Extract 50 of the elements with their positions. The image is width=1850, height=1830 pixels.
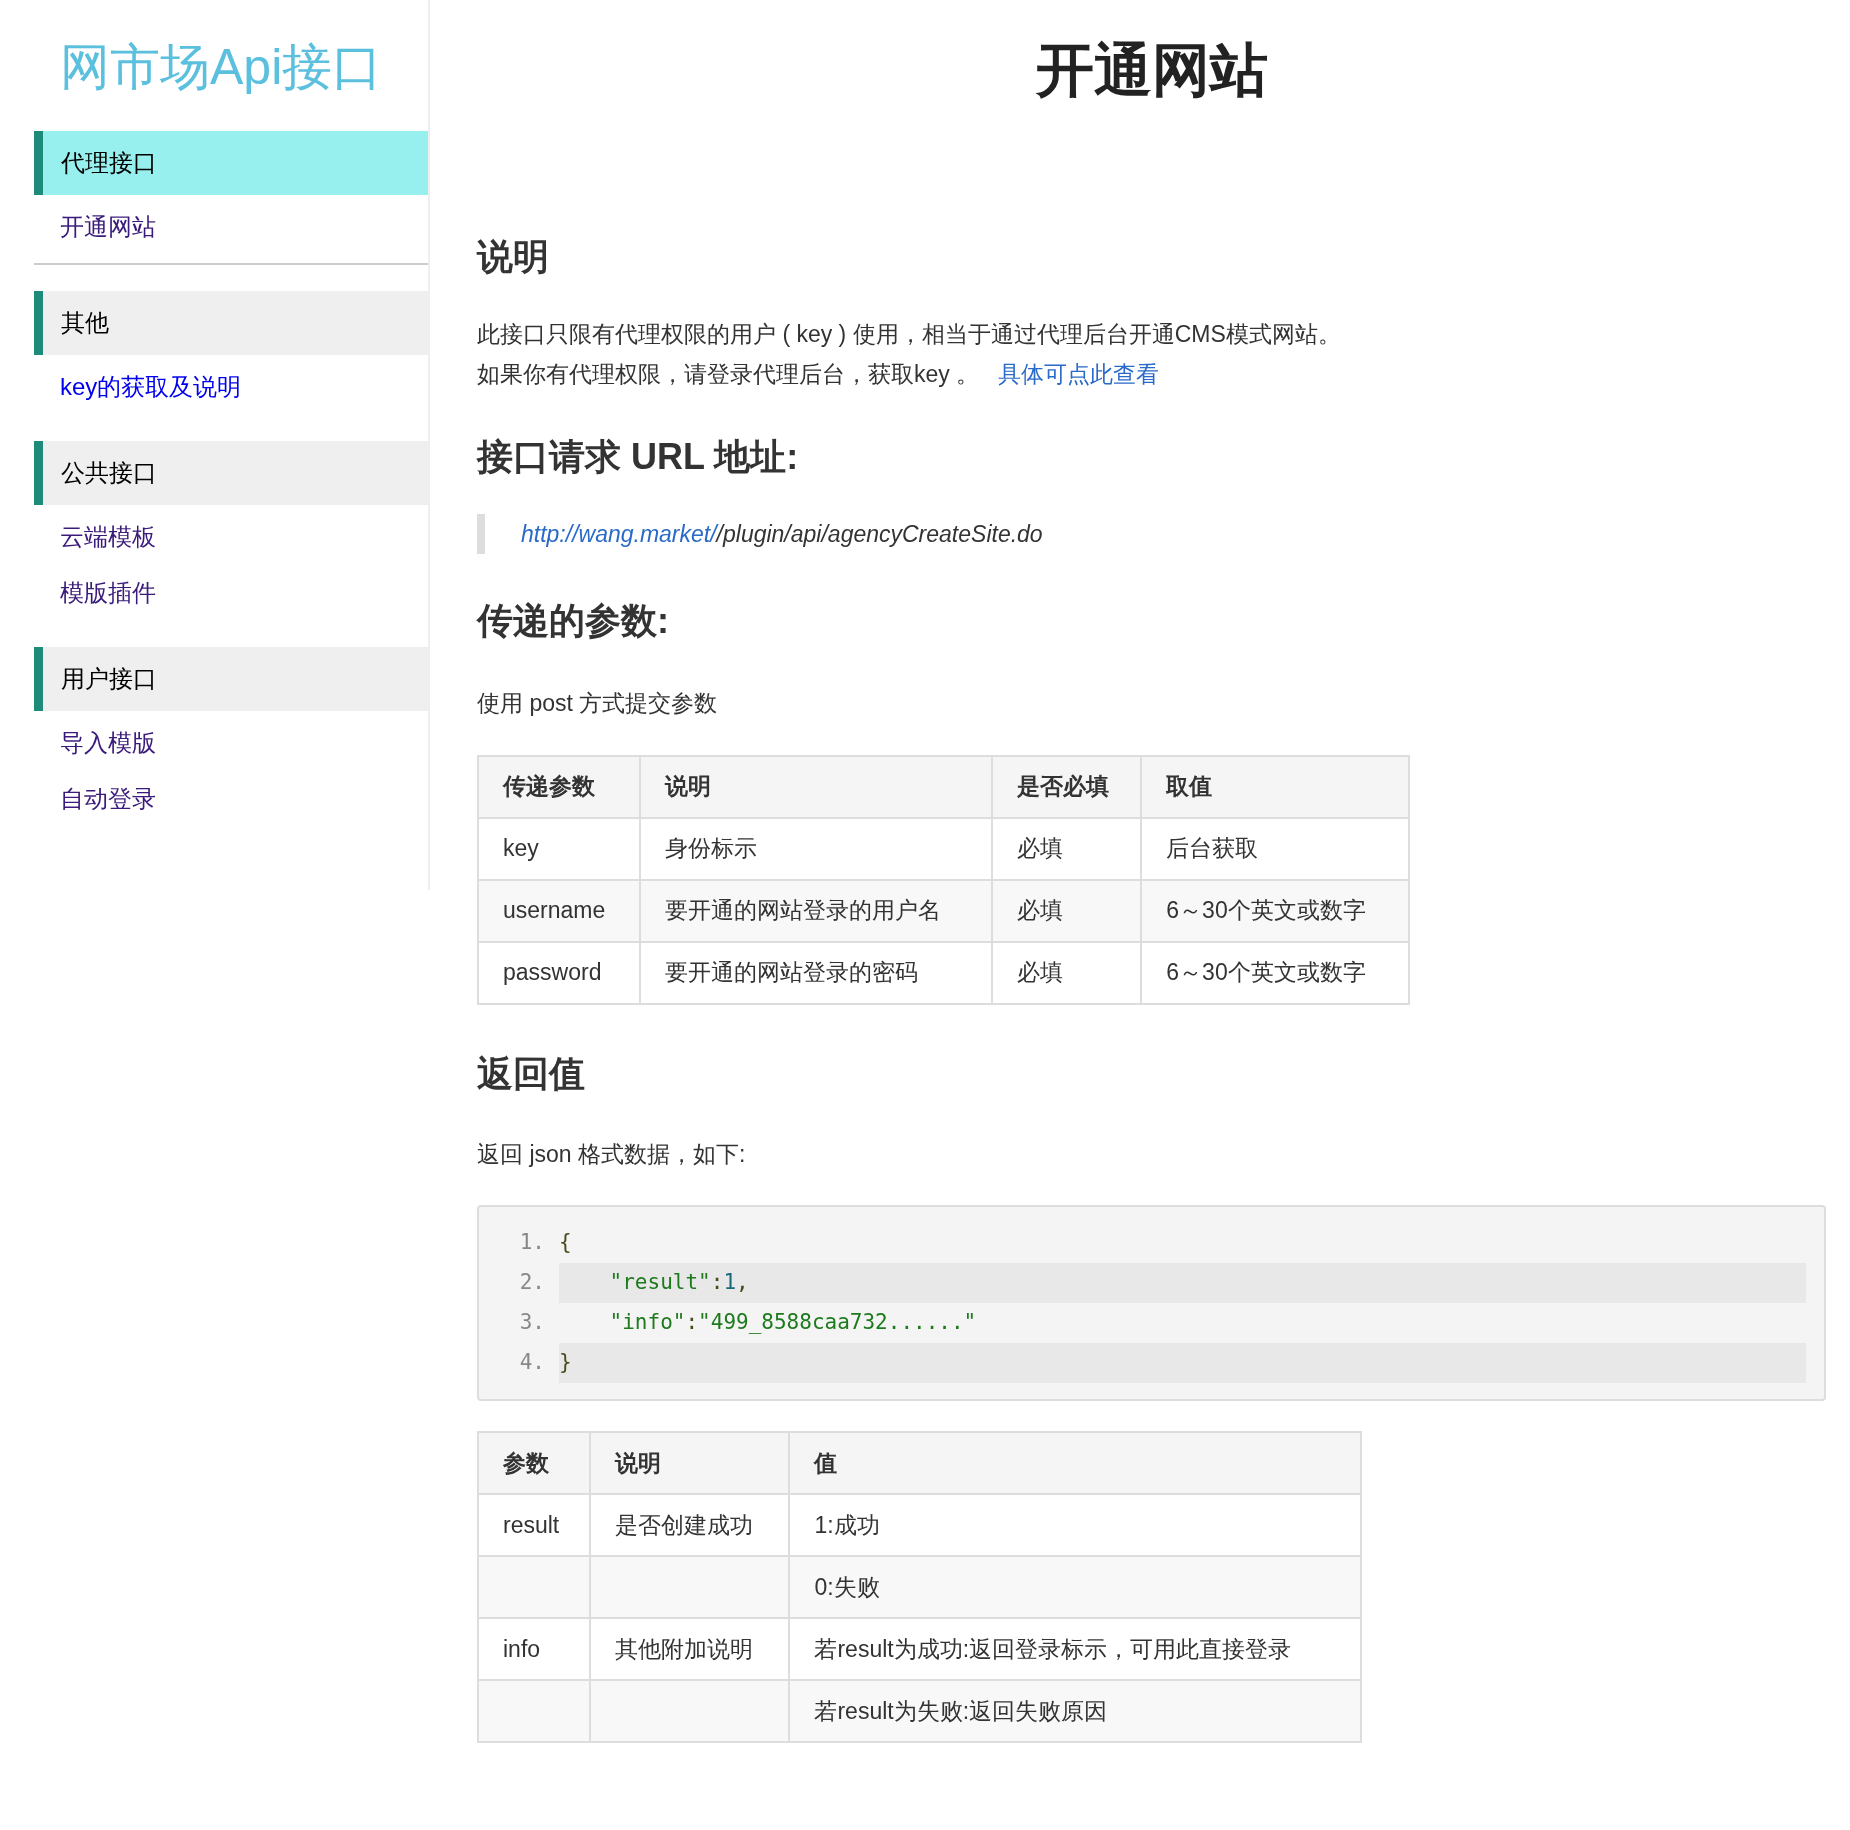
description-text: 此接口只限有代理权限的用户 ( key ) 使用，相当于通过代理后台开通CMS模式网站。 xyxy=(477,320,1342,349)
line-number: 2. xyxy=(518,1269,546,1297)
table-cell: 后台获取 xyxy=(1141,817,1409,880)
section-heading: 说明 xyxy=(477,235,550,279)
table-cell: 必填 xyxy=(992,817,1142,880)
code-line: { xyxy=(559,1229,573,1257)
sidebar-link[interactable]: 云端模板 xyxy=(60,519,156,555)
table-header-cell: 说明 xyxy=(639,755,993,818)
table-cell: 若result为失败:返回失败原因 xyxy=(789,1680,1361,1742)
table-cell: 要开通的网站登录的密码 xyxy=(639,941,993,1004)
sidebar-link[interactable]: 开通网站 xyxy=(60,209,156,245)
page-title: 开通网站 xyxy=(1034,36,1269,104)
code-line: "info":"499_8588caa732......" xyxy=(608,1309,978,1337)
table-cell: username xyxy=(478,879,640,942)
table-cell: 要开通的网站登录的用户名 xyxy=(639,879,993,942)
sidebar-link[interactable]: key的获取及说明 xyxy=(60,369,242,405)
site-title: 网市场Api接口 xyxy=(59,38,384,97)
url-link[interactable]: http://wang.market/ xyxy=(521,520,717,547)
section-heading: 传递的参数: xyxy=(477,599,670,643)
line-number: 4. xyxy=(518,1349,546,1377)
sidebar-heading[interactable]: 其他 xyxy=(34,291,428,355)
table-cell: 6～30个英文或数字 xyxy=(1141,941,1409,1004)
sidebar-heading[interactable]: 代理接口 xyxy=(34,131,428,195)
sidebar-link[interactable]: 模版插件 xyxy=(60,575,156,611)
table-header-cell: 说明 xyxy=(589,1432,790,1494)
table-cell: key xyxy=(478,817,640,880)
table-header-cell: 是否必填 xyxy=(992,755,1142,818)
sidebar-heading[interactable]: 用户接口 xyxy=(34,647,428,711)
description-text: 使用 post 方式提交参数 xyxy=(477,689,719,718)
table-cell: 6～30个英文或数字 xyxy=(1141,879,1409,942)
section-heading: 接口请求 URL 地址: xyxy=(477,435,800,479)
details-link[interactable]: 具体可点此查看 xyxy=(997,361,1159,387)
description-text: 返回 json 格式数据，如下: xyxy=(477,1139,747,1169)
table-header-cell: 参数 xyxy=(478,1432,590,1494)
table-header-cell: 值 xyxy=(789,1432,1361,1494)
line-number: 3. xyxy=(518,1309,546,1337)
sidebar-link[interactable]: 导入模版 xyxy=(60,725,156,761)
sidebar-heading[interactable]: 公共接口 xyxy=(34,441,428,505)
table-cell: 必填 xyxy=(992,879,1142,942)
table-cell: password xyxy=(478,941,640,1004)
description-text: 如果你有代理权限，请登录代理后台，获取key 。 具体可点此查看 xyxy=(477,360,1160,389)
sidebar-link[interactable]: 自动登录 xyxy=(60,781,156,817)
section-heading: 返回值 xyxy=(477,1051,586,1096)
table-cell: 必填 xyxy=(992,941,1142,1004)
url-text: http://wang.market//plugin/api/agencyCreateSite.do xyxy=(521,519,1043,549)
table-cell: 身份标示 xyxy=(639,817,993,880)
line-number: 1. xyxy=(518,1229,546,1257)
quote-bar xyxy=(477,514,485,554)
table-header-cell: 传递参数 xyxy=(478,755,640,818)
table-header-cell: 取值 xyxy=(1141,755,1409,818)
